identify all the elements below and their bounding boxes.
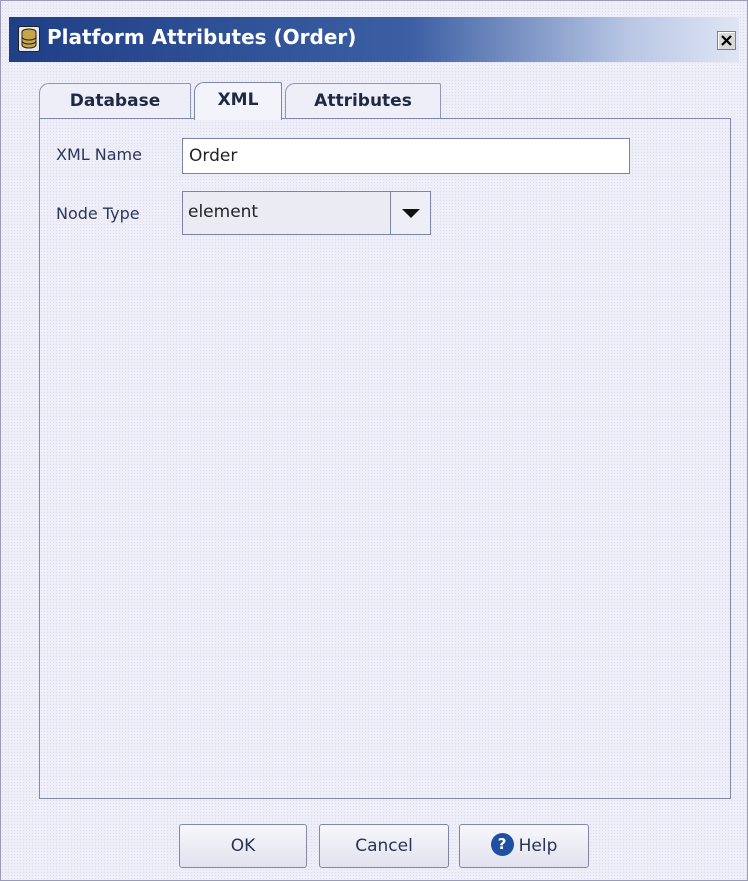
xml-name-input[interactable] bbox=[182, 138, 630, 174]
database-icon bbox=[18, 26, 40, 52]
node-type-label: Node Type bbox=[56, 204, 140, 223]
ok-button[interactable]: OK bbox=[179, 824, 307, 868]
dialog-window: Platform Attributes (Order) Database XML… bbox=[0, 0, 748, 881]
close-icon bbox=[718, 34, 735, 53]
tab-database[interactable]: Database bbox=[39, 83, 191, 119]
tab-xml[interactable]: XML bbox=[194, 82, 282, 120]
node-type-select[interactable]: element bbox=[182, 191, 431, 235]
tab-attributes[interactable]: Attributes bbox=[285, 83, 441, 119]
xml-name-label: XML Name bbox=[56, 145, 142, 164]
close-button[interactable] bbox=[717, 31, 736, 50]
title-bar[interactable]: Platform Attributes (Order) bbox=[9, 17, 739, 62]
window-title: Platform Attributes (Order) bbox=[47, 25, 357, 49]
question-icon: ? bbox=[490, 832, 514, 856]
help-button-label: Help bbox=[518, 836, 558, 856]
node-type-value[interactable]: element bbox=[182, 191, 391, 235]
help-button[interactable]: ? Help bbox=[459, 824, 589, 868]
chevron-down-icon[interactable] bbox=[390, 191, 431, 235]
cancel-button[interactable]: Cancel bbox=[319, 824, 449, 868]
